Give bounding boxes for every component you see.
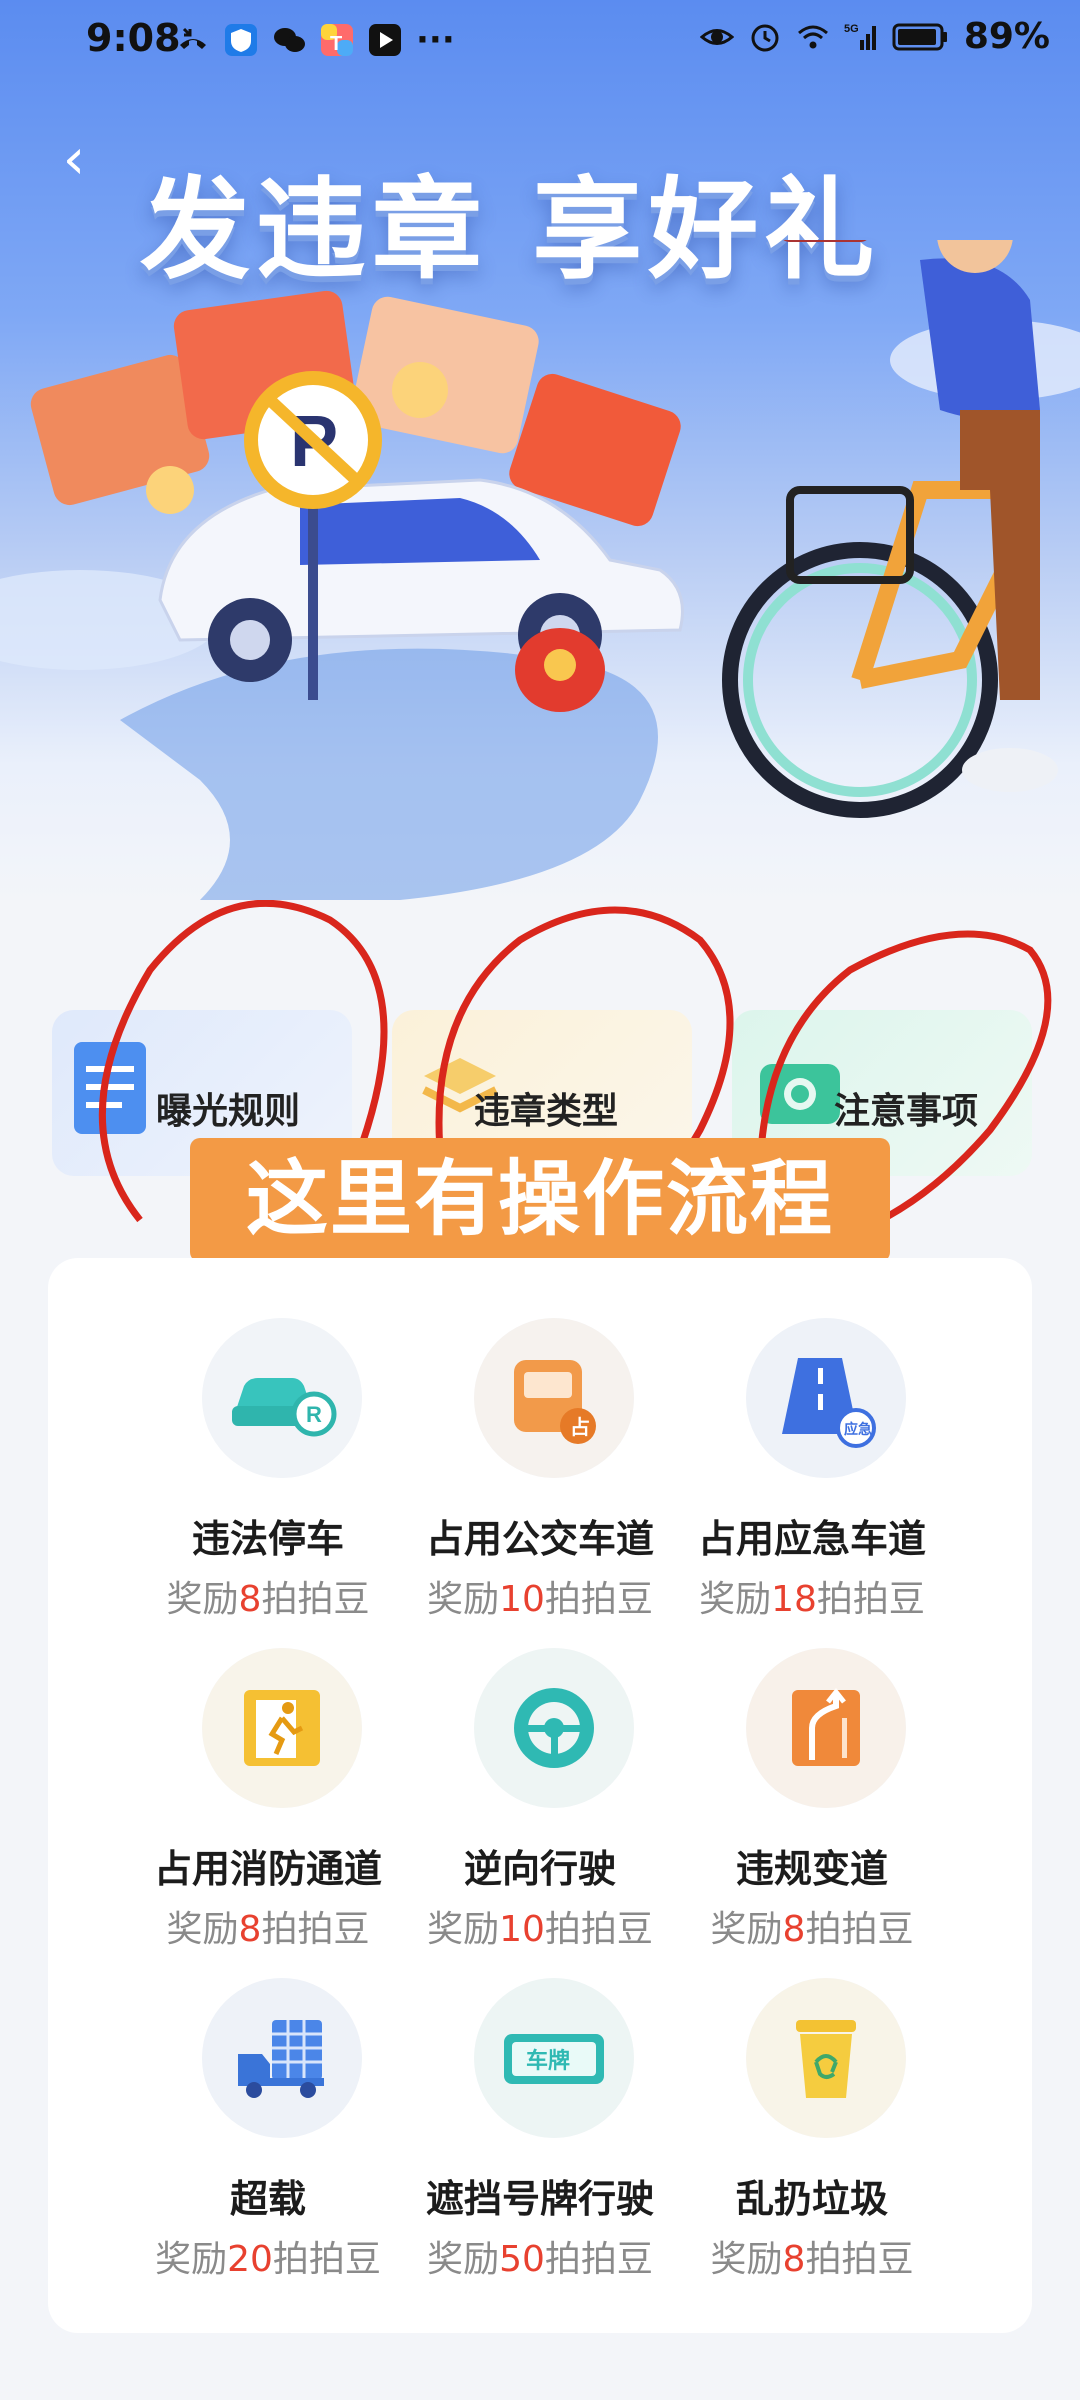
status-right-icons: 5G 89% xyxy=(699,16,1050,57)
battery-icon xyxy=(892,23,947,50)
violation-emergency-lane[interactable]: 应急 占用应急车道 奖励18拍拍豆 xyxy=(662,1308,962,1620)
violation-reward: 奖励18拍拍豆 xyxy=(699,1579,925,1620)
back-button[interactable]: ‹ xyxy=(44,130,104,190)
hero-illustration: P xyxy=(0,240,1080,900)
violation-overload[interactable]: 超载 奖励20拍拍豆 xyxy=(118,1968,418,2280)
license-plate-icon: 车牌 xyxy=(474,1978,634,2138)
status-bar: 9:08 T ··· 5G 89% xyxy=(0,0,1080,80)
document-icon xyxy=(74,1042,146,1134)
svg-text:占: 占 xyxy=(570,1415,590,1439)
plate-icon-text: 车牌 xyxy=(526,2048,570,2074)
violation-reward: 奖励8拍拍豆 xyxy=(710,1909,914,1950)
wifi-icon xyxy=(797,25,828,48)
svg-text:应急: 应急 xyxy=(844,1421,872,1438)
emergency-lane-icon: 应急 xyxy=(746,1318,906,1478)
colorful-app-icon: T xyxy=(321,24,353,56)
eye-icon xyxy=(699,28,734,45)
illegal-parking-icon: R xyxy=(202,1318,362,1478)
steering-wheel-icon xyxy=(474,1648,634,1808)
violation-littering[interactable]: 乱扔垃圾 奖励8拍拍豆 xyxy=(662,1968,962,2280)
tab-precautions-label: 注意事项 xyxy=(834,1091,979,1132)
status-time: 9:08 xyxy=(86,16,181,60)
violation-wrong-way[interactable]: 逆向行驶 奖励10拍拍豆 xyxy=(390,1638,690,1950)
overload-truck-icon xyxy=(202,1978,362,2138)
violation-fire-exit[interactable]: 占用消防通道 奖励8拍拍豆 xyxy=(118,1638,418,1950)
missed-call-icon xyxy=(180,27,206,49)
violation-types-card: R 违法停车 奖励8拍拍豆 占 占用公交车道 奖励10拍拍豆 应急 占用应急车道… xyxy=(48,1258,1032,2333)
violation-plate-covered[interactable]: 车牌 遮挡号牌行驶 奖励50拍拍豆 xyxy=(390,1968,690,2280)
tab-exposure-rules-label: 曝光规则 xyxy=(156,1091,301,1132)
violation-name: 占用应急车道 xyxy=(697,1517,926,1561)
operation-flow-note: 这里有操作流程 xyxy=(190,1138,890,1262)
violation-illegal-parking[interactable]: R 违法停车 奖励8拍拍豆 xyxy=(118,1308,418,1620)
violation-reward: 奖励8拍拍豆 xyxy=(710,2239,914,2280)
lane-change-icon xyxy=(746,1648,906,1808)
violation-name: 乱扔垃圾 xyxy=(735,2177,888,2221)
back-arrow-icon: ‹ xyxy=(62,127,86,192)
wechat-icon xyxy=(274,28,305,52)
svg-text:R: R xyxy=(306,1402,322,1427)
camera-icon xyxy=(760,1064,840,1124)
violation-name: 违规变道 xyxy=(735,1847,888,1891)
shield-app-icon xyxy=(225,24,257,56)
bus-lane-icon: 占 xyxy=(474,1318,634,1478)
violation-lane-change[interactable]: 违规变道 奖励8拍拍豆 xyxy=(662,1638,962,1950)
violation-bus-lane[interactable]: 占 占用公交车道 奖励10拍拍豆 xyxy=(390,1308,690,1620)
battery-percent: 89% xyxy=(963,16,1050,57)
network-label: 5G xyxy=(844,23,859,35)
status-left-icons: T ··· xyxy=(176,20,455,60)
tab-violation-types-label: 违章类型 xyxy=(474,1091,619,1132)
more-notifications: ··· xyxy=(416,20,455,60)
signal-icon: 5G xyxy=(844,23,876,50)
trash-bin-icon xyxy=(746,1978,906,2138)
hero-banner: 9:08 T ··· 5G 89% ‹ 发违章 享好礼 xyxy=(0,0,1080,900)
svg-text:T: T xyxy=(330,33,342,55)
alarm-icon xyxy=(751,24,779,51)
video-app-icon xyxy=(369,24,401,56)
fire-exit-icon xyxy=(202,1648,362,1808)
